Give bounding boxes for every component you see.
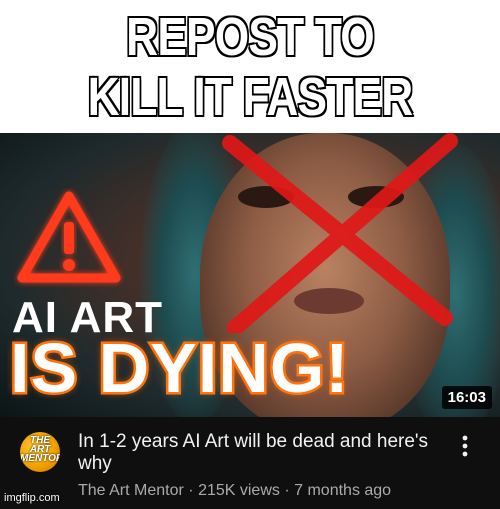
imgflip-watermark: imgflip.com bbox=[4, 492, 60, 504]
thumbnail-text-is-dying: IS DYING! bbox=[8, 329, 352, 407]
youtube-video-card[interactable]: AI ART IS DYING! 16:03 THE ART MENTOR In 1… bbox=[0, 133, 500, 509]
video-title[interactable]: In 1-2 years AI Art will be dead and her… bbox=[78, 431, 438, 475]
channel-name[interactable]: The Art Mentor bbox=[78, 482, 184, 499]
upload-age: 7 months ago bbox=[294, 482, 392, 499]
more-options-button[interactable] bbox=[455, 431, 475, 461]
caption-line-2: KILL IT FASTER bbox=[86, 65, 414, 128]
warning-triangle-icon bbox=[17, 191, 121, 283]
video-duration-badge: 16:03 bbox=[441, 386, 492, 409]
channel-avatar[interactable]: THE ART MENTOR bbox=[20, 432, 60, 472]
more-vertical-icon bbox=[462, 435, 468, 457]
video-metadata: The Art Mentor · 215K views · 7 months a… bbox=[78, 482, 391, 500]
meta-separator-2: · bbox=[284, 482, 295, 499]
caption-line-1: REPOST TO bbox=[125, 5, 376, 68]
meme-caption: REPOST TO KILL IT FASTER bbox=[0, 0, 500, 133]
avatar-label: THE ART MENTOR bbox=[20, 435, 60, 464]
view-count: 215K views bbox=[198, 482, 280, 499]
video-thumbnail[interactable]: AI ART IS DYING! 16:03 bbox=[0, 133, 500, 417]
red-x-icon bbox=[222, 133, 458, 333]
video-meta-row: THE ART MENTOR In 1-2 years AI Art will be… bbox=[0, 417, 500, 509]
meta-separator-1: · bbox=[188, 482, 199, 499]
